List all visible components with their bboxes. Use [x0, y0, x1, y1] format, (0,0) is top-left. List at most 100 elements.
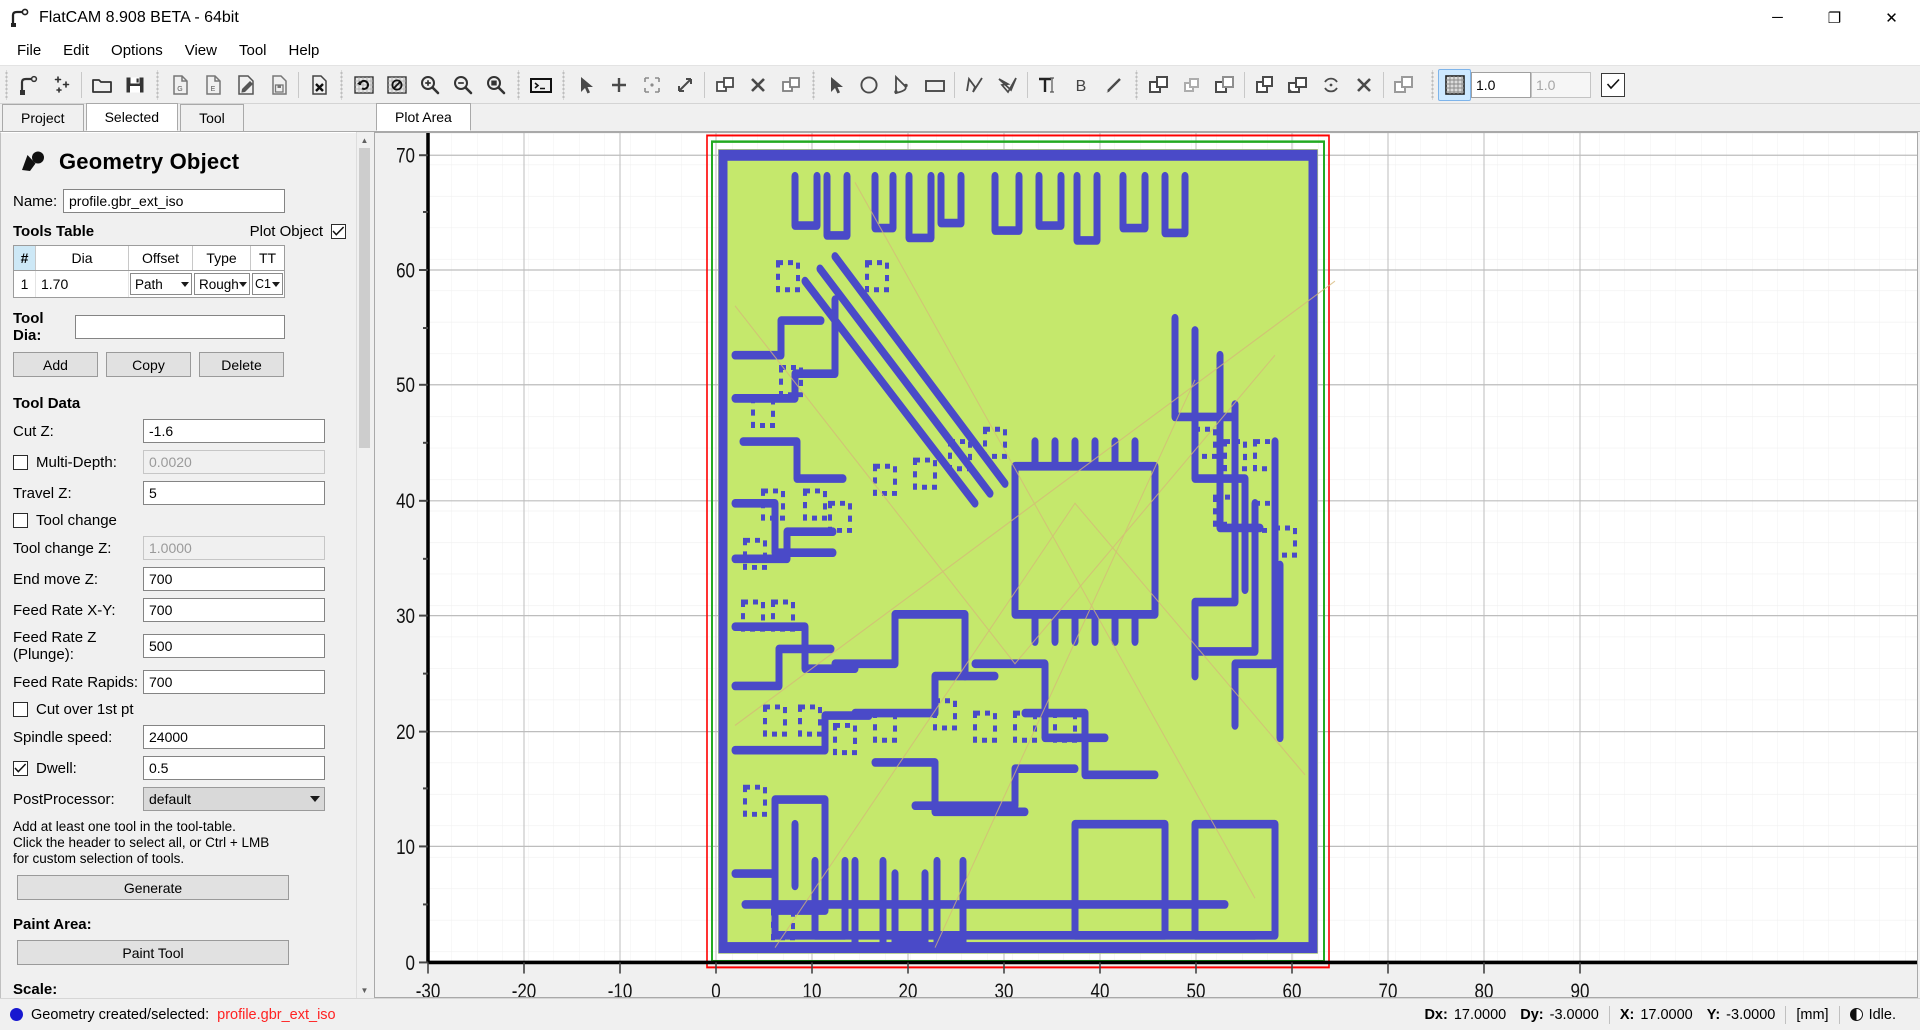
toolbar-drag-handle[interactable]	[810, 69, 817, 100]
add-drill-icon[interactable]	[602, 69, 635, 101]
close-button[interactable]: ✕	[1863, 0, 1920, 36]
spindle-speed-input[interactable]: 24000	[143, 725, 325, 749]
tool-row-dia[interactable]: 1.70	[36, 271, 129, 297]
save-object-icon[interactable]	[262, 69, 295, 101]
buffer-icon[interactable]: B	[1064, 69, 1097, 101]
tool-tt-dropdown[interactable]: C1	[252, 273, 283, 295]
scroll-up-arrow-icon[interactable]: ▲	[357, 132, 372, 148]
delete-drill-icon[interactable]	[741, 69, 774, 101]
menu-tool[interactable]: Tool	[228, 38, 278, 63]
zoom-fit-icon[interactable]	[479, 69, 512, 101]
tool-change-checkbox[interactable]	[13, 513, 28, 528]
copy-tool-button[interactable]: Copy	[106, 352, 191, 377]
object-name-input[interactable]: profile.gbr_ext_iso	[63, 189, 285, 213]
open-excellon-icon[interactable]: E	[196, 69, 229, 101]
left-panel-scrollbar[interactable]: ▲ ▼	[356, 132, 372, 998]
delete-shape-icon[interactable]	[1347, 69, 1380, 101]
cut-path-icon[interactable]	[1248, 69, 1281, 101]
grid-x-input[interactable]: 1.0	[1471, 71, 1531, 98]
postprocessor-dropdown[interactable]: default	[143, 787, 325, 811]
travel-z-input[interactable]: 5	[143, 481, 325, 505]
minimize-button[interactable]: ─	[1749, 0, 1806, 36]
resize-drill-icon[interactable]	[668, 69, 701, 101]
menu-help[interactable]: Help	[278, 38, 331, 63]
delete-tool-button[interactable]: Delete	[199, 352, 284, 377]
save-floppy-icon[interactable]	[118, 69, 151, 101]
new-geometry-icon[interactable]	[12, 69, 45, 101]
plot-canvas[interactable]: 70 60 50 40 30 20 10 0 -30 -20 -10 0 10 …	[374, 132, 1918, 998]
toolbar-drag-handle[interactable]	[338, 69, 345, 100]
tools-table-header-num[interactable]: #	[14, 246, 36, 270]
intersection-icon[interactable]	[1175, 69, 1208, 101]
zoom-in-icon[interactable]	[413, 69, 446, 101]
grid-link-checkbox[interactable]	[1601, 72, 1625, 97]
tools-table-header-tt[interactable]: TT	[251, 246, 284, 270]
edit-document-icon[interactable]	[229, 69, 262, 101]
plot-svg[interactable]: 70 60 50 40 30 20 10 0 -30 -20 -10 0 10 …	[375, 133, 1917, 997]
select-cursor-icon[interactable]	[819, 69, 852, 101]
add-drill-array-icon[interactable]	[635, 69, 668, 101]
toolbar-drag-handle[interactable]	[515, 69, 522, 100]
subtraction-icon[interactable]	[1208, 69, 1241, 101]
menu-view[interactable]: View	[174, 38, 228, 63]
new-excellon-icon[interactable]	[45, 69, 78, 101]
transform-rotate-icon[interactable]	[1314, 69, 1347, 101]
zoom-out-icon[interactable]	[446, 69, 479, 101]
menu-options[interactable]: Options	[100, 38, 174, 63]
toolbar-drag-handle[interactable]	[1133, 69, 1140, 100]
scrollbar-thumb[interactable]	[359, 148, 370, 448]
select-cursor-icon[interactable]	[569, 69, 602, 101]
add-arc-icon[interactable]	[885, 69, 918, 101]
grid-snap-icon[interactable]	[1438, 68, 1471, 101]
multi-depth-checkbox[interactable]	[13, 454, 28, 470]
plot-object-checkbox[interactable]	[331, 224, 346, 239]
cut-z-input[interactable]: -1.6	[143, 419, 325, 443]
replot-icon[interactable]	[347, 69, 380, 101]
feed-rate-z-input[interactable]: 500	[143, 634, 325, 658]
copy-drill-icon[interactable]	[708, 69, 741, 101]
move-drill-icon[interactable]	[774, 69, 807, 101]
tab-project[interactable]: Project	[2, 104, 84, 131]
tool-type-dropdown[interactable]: Rough	[194, 273, 250, 295]
tools-table-header-dia[interactable]: Dia	[36, 246, 129, 270]
delete-document-icon[interactable]	[302, 69, 335, 101]
end-move-z-input[interactable]: 700	[143, 567, 325, 591]
open-gerber-icon[interactable]: G	[163, 69, 196, 101]
tool-dia-input[interactable]	[75, 315, 285, 339]
tool-offset-dropdown[interactable]: Path	[130, 273, 192, 295]
menu-file[interactable]: File	[6, 38, 52, 63]
cut-over-1st-pt-checkbox[interactable]	[13, 702, 28, 717]
maximize-button[interactable]: ❐	[1806, 0, 1863, 36]
paint-tool-button[interactable]: Paint Tool	[17, 940, 289, 965]
tab-tool[interactable]: Tool	[180, 104, 244, 131]
scrollbar-track[interactable]	[357, 148, 372, 982]
scroll-down-arrow-icon[interactable]: ▼	[357, 982, 372, 998]
grid-y-input[interactable]: 1.0	[1531, 71, 1591, 98]
tab-selected[interactable]: Selected	[85, 103, 179, 131]
toolbar-drag-handle[interactable]	[1429, 69, 1436, 100]
toolbar-drag-handle[interactable]	[3, 69, 10, 100]
union-icon[interactable]	[1142, 69, 1175, 101]
tools-table-header-offset[interactable]: Offset	[129, 246, 193, 270]
add-rectangle-icon[interactable]	[918, 69, 951, 101]
add-tool-button[interactable]: Add	[13, 352, 98, 377]
terminal-icon[interactable]	[524, 69, 557, 101]
feed-rate-rapids-input[interactable]: 700	[143, 670, 325, 694]
add-circle-icon[interactable]	[852, 69, 885, 101]
dwell-input[interactable]: 0.5	[143, 756, 325, 780]
toolbar-drag-handle[interactable]	[154, 69, 161, 100]
copy-geometry-icon[interactable]	[1281, 69, 1314, 101]
add-path-icon[interactable]	[991, 69, 1024, 101]
move-geometry-icon[interactable]	[1387, 69, 1420, 101]
add-polygon-icon[interactable]	[958, 69, 991, 101]
dwell-checkbox[interactable]	[13, 760, 28, 776]
toolbar-drag-handle[interactable]	[560, 69, 567, 100]
table-row[interactable]: 1 1.70 Path Rough C1	[14, 271, 284, 297]
clear-plot-icon[interactable]	[380, 69, 413, 101]
tools-table-header-type[interactable]: Type	[193, 246, 251, 270]
open-folder-icon[interactable]	[85, 69, 118, 101]
menu-edit[interactable]: Edit	[52, 38, 100, 63]
feed-rate-xy-input[interactable]: 700	[143, 598, 325, 622]
paint-brush-icon[interactable]	[1097, 69, 1130, 101]
tab-plot-area[interactable]: Plot Area	[376, 103, 471, 131]
